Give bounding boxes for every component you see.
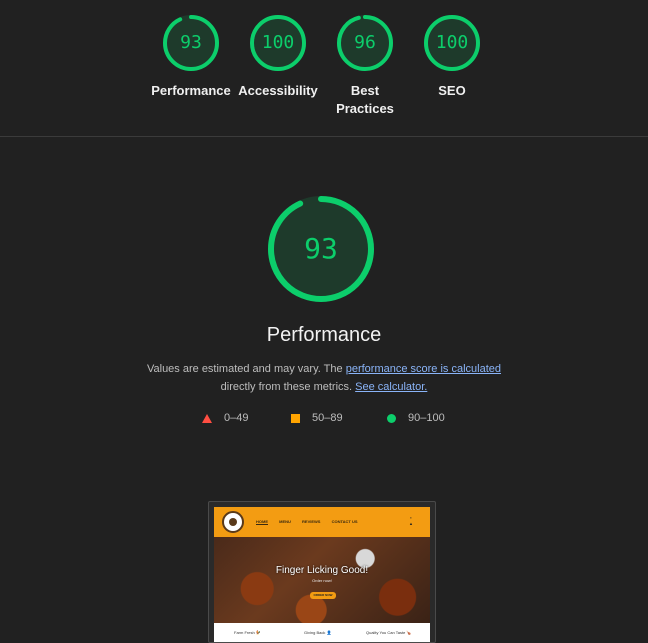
gauge-label: Accessibility — [238, 83, 318, 98]
circle-icon — [387, 413, 396, 423]
gauge-label: Performance — [151, 83, 231, 98]
gauge-label-line: Practices — [336, 101, 394, 116]
gauge-seo[interactable]: 100 SEO — [407, 14, 497, 100]
gauge-ring: 100 — [423, 14, 481, 72]
gauge-score: 100 — [261, 32, 295, 53]
gauge-ring: 96 — [336, 14, 394, 72]
section-title: Performance — [266, 324, 382, 346]
gauge-best-practices[interactable]: 96 Best Practices — [320, 14, 410, 118]
site-nav-item: REVIEWS — [302, 519, 321, 524]
legend-label: 0–49 — [224, 412, 249, 424]
page-screenshot-thumbnail[interactable]: HOME MENU REVIEWS CONTACT US ▪ ▲ Finger L… — [208, 501, 436, 643]
gauge-label: Best Practices — [320, 82, 410, 118]
main-performance-gauge: 93 — [266, 194, 376, 304]
legend-label: 90–100 — [408, 412, 445, 424]
site-nav-item: MENU — [279, 519, 291, 524]
gauge-performance[interactable]: 93 Performance — [146, 14, 236, 100]
triangle-icon — [202, 413, 212, 423]
site-hero-image: Finger Licking Good! Order now! ORDER NO… — [214, 537, 430, 623]
gauge-label: SEO — [438, 83, 466, 98]
score-description: Values are estimated and may vary. The p… — [100, 360, 548, 396]
site-features: Farm Fresh 🐓 Giving Back 👤 Quality You C… — [214, 623, 430, 642]
score-summary-bar: 93 Performance 100 Accessibility 96 Best… — [0, 0, 648, 137]
desc-text: Values are estimated and may vary. The — [146, 363, 346, 375]
desc-text: directly from these metrics. — [220, 381, 356, 393]
feature-item: Farm Fresh 🐓 — [234, 630, 261, 635]
gauge-ring: 100 — [249, 14, 307, 72]
legend-average: 50–89 — [291, 411, 343, 425]
gauge-score: 96 — [354, 32, 376, 53]
gauge-score: 93 — [180, 32, 202, 53]
feature-item: Giving Back 👤 — [304, 630, 332, 635]
hero-order-button: ORDER NOW — [310, 592, 336, 599]
gauge-accessibility[interactable]: 100 Accessibility — [233, 14, 323, 100]
chicken-logo-icon — [222, 511, 244, 533]
score-calculated-link[interactable]: performance score is calculated — [346, 363, 501, 375]
site-navbar: HOME MENU REVIEWS CONTACT US ▪ ▲ — [214, 507, 430, 537]
legend-pass: 90–100 — [387, 411, 445, 425]
square-icon — [291, 413, 300, 423]
legend-fail: 0–49 — [202, 411, 248, 425]
site-nav-links: HOME MENU REVIEWS CONTACT US — [256, 519, 368, 525]
hero-subtitle: Order now! — [312, 578, 332, 583]
account-icon: ▪ ▲ — [409, 515, 413, 526]
site-nav-item: HOME — [256, 519, 268, 525]
legend-label: 50–89 — [312, 412, 343, 424]
see-calculator-link[interactable]: See calculator. — [355, 381, 427, 393]
hero-title: Finger Licking Good! — [275, 565, 369, 576]
site-nav-item: CONTACT US — [331, 519, 358, 524]
gauge-score: 100 — [435, 32, 469, 53]
main-score: 93 — [304, 232, 338, 265]
feature-item: Quality You Can Taste 🍗 — [366, 630, 412, 635]
gauge-label-line: Best — [350, 83, 380, 98]
gauge-ring: 93 — [162, 14, 220, 72]
site-preview: HOME MENU REVIEWS CONTACT US ▪ ▲ Finger L… — [214, 507, 430, 642]
